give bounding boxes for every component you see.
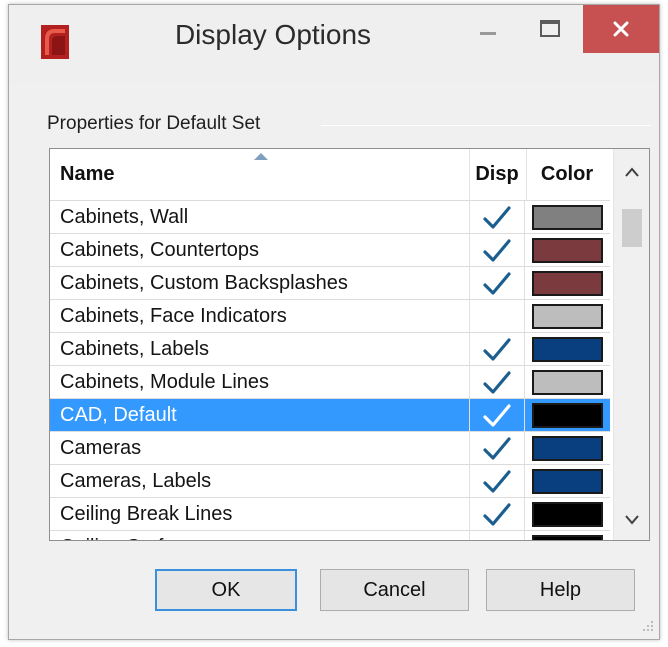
color-cell[interactable] [527,234,607,267]
color-swatch[interactable] [531,535,603,540]
display-toggle[interactable] [469,267,525,300]
list-item[interactable]: Cabinets, Module Lines [50,365,610,399]
close-icon [613,21,629,37]
vertical-scrollbar[interactable] [613,149,649,540]
list-item-name: Cameras [60,437,142,459]
list-item-name: Cabinets, Labels [60,338,209,360]
list-header: Name Disp Color [50,149,610,200]
scroll-thumb[interactable] [622,209,642,247]
color-cell[interactable] [527,201,607,234]
ok-button[interactable]: OK [155,569,297,611]
column-header-disp[interactable]: Disp [469,149,525,200]
list-rows: Cabinets, Wall Cabinets, Countertops Cabin… [50,200,610,540]
color-swatch[interactable] [531,370,603,395]
color-cell[interactable] [527,498,607,531]
color-swatch[interactable] [531,403,603,428]
list-item[interactable]: CAD, Default [50,398,610,432]
help-button[interactable]: Help [486,569,635,611]
list-item-name: Cabinets, Wall [60,206,189,228]
list-item[interactable]: Cabinets, Wall [50,200,610,234]
minimize-icon [480,32,496,35]
checkmark-icon [483,337,511,361]
display-toggle[interactable] [469,465,525,498]
color-swatch[interactable] [531,436,603,461]
list-item[interactable]: Cabinets, Countertops [50,233,610,267]
chevron-down-icon [625,515,639,525]
display-toggle[interactable] [469,531,525,540]
display-toggle[interactable] [469,234,525,267]
display-toggle[interactable] [469,333,525,366]
group-label: Properties for Default Set [47,113,267,135]
list-item-name: Ceiling Surfaces [60,531,206,540]
list-item[interactable]: Cabinets, Face Indicators [50,299,610,333]
display-toggle[interactable] [469,201,525,234]
cancel-button[interactable]: Cancel [320,569,469,611]
color-cell[interactable] [527,399,607,432]
close-button[interactable] [583,5,659,53]
checkmark-icon [483,205,511,229]
list-item-name: Cameras, Labels [60,470,212,492]
list-item-name: Cabinets, Face Indicators [60,305,287,327]
display-toggle[interactable] [469,498,525,531]
checkmark-icon [483,271,511,295]
color-swatch[interactable] [531,238,603,263]
list-item-name: Ceiling Break Lines [60,503,233,525]
chevron-up-icon [625,167,639,177]
color-cell[interactable] [527,465,607,498]
list-item-name: Cabinets, Module Lines [60,371,270,393]
resize-grip-icon[interactable] [639,617,655,633]
display-toggle[interactable] [469,432,525,465]
color-swatch[interactable] [531,337,603,362]
color-swatch[interactable] [531,205,603,230]
color-cell[interactable] [527,333,607,366]
display-toggle[interactable] [469,300,525,333]
color-swatch[interactable] [531,502,603,527]
list-item-name: Cabinets, Custom Backsplashes [60,272,348,294]
column-header-name[interactable]: Name [60,149,460,200]
list-item-name: Cabinets, Countertops [60,239,260,261]
color-cell[interactable] [527,267,607,300]
checkmark-icon [483,436,511,460]
list-item-name: CAD, Default [60,404,177,426]
list-item[interactable]: Cameras, Labels [50,464,610,498]
checkmark-icon [483,469,511,493]
list-item[interactable]: Cabinets, Custom Backsplashes [50,266,610,300]
list-item[interactable]: Ceiling Surfaces [50,530,610,540]
window-title: Display Options [174,19,372,50]
color-cell[interactable] [527,300,607,333]
scroll-up-button[interactable] [614,155,649,189]
display-toggle[interactable] [469,399,525,432]
color-swatch[interactable] [531,469,603,494]
scroll-down-button[interactable] [614,503,649,537]
checkmark-icon [483,403,511,427]
display-options-dialog: Display Options Properties for Default S… [8,4,660,640]
list-item[interactable]: Ceiling Break Lines [50,497,610,531]
group-separator [321,125,651,126]
color-cell[interactable] [527,531,607,540]
checkmark-icon [483,502,511,526]
maximize-button[interactable] [521,5,579,53]
properties-list[interactable]: Name Disp Color Cabinets, Wall Cabinets, … [49,148,650,541]
color-cell[interactable] [527,432,607,465]
checkmark-icon [483,238,511,262]
column-header-color[interactable]: Color [527,149,607,200]
color-cell[interactable] [527,366,607,399]
minimize-button[interactable] [459,5,517,53]
color-swatch[interactable] [531,304,603,329]
list-item[interactable]: Cameras [50,431,610,465]
title-bar[interactable]: Display Options [9,5,659,83]
display-toggle[interactable] [469,366,525,399]
checkmark-icon [483,370,511,394]
list-item[interactable]: Cabinets, Labels [50,332,610,366]
color-swatch[interactable] [531,271,603,296]
maximize-icon [540,20,560,37]
